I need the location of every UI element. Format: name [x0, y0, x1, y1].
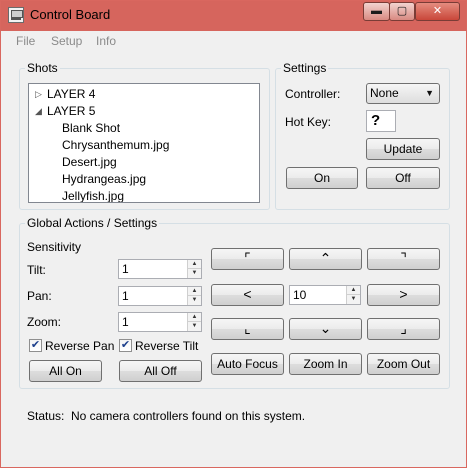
spin-down-icon[interactable]: ▼	[347, 295, 360, 304]
tree-item-layer-4[interactable]: LAYER 4	[47, 87, 95, 101]
chevron-down-icon: ▼	[425, 88, 434, 98]
move-speed-value: 10	[293, 288, 307, 302]
down-left-button[interactable]: ⌞	[211, 318, 284, 340]
settings-group-label: Settings	[281, 61, 329, 75]
window-title: Control Board	[30, 7, 111, 22]
off-button[interactable]: Off	[366, 167, 440, 189]
title-bar: Control Board ▬ ▢ ✕	[1, 1, 466, 31]
right-button[interactable]: >	[367, 284, 440, 306]
tree-item-layer-5[interactable]: LAYER 5	[47, 104, 95, 118]
all-on-button[interactable]: All On	[29, 360, 102, 382]
shots-tree[interactable]: ▷ LAYER 4 ◢ LAYER 5 Blank Shot Chrysanth…	[28, 83, 260, 203]
move-speed-spinner[interactable]: 10 ▲ ▼	[289, 285, 361, 305]
app-icon	[8, 7, 24, 23]
hotkey-input[interactable]: ?	[366, 110, 396, 132]
control-board-window: Control Board ▬ ▢ ✕ File Setup Info Shot…	[0, 0, 467, 468]
tilt-value: 1	[122, 262, 129, 276]
zoom-label: Zoom:	[27, 315, 62, 329]
controller-select-value: None	[370, 86, 399, 100]
spin-down-icon[interactable]: ▼	[188, 322, 201, 331]
sensitivity-label: Sensitivity	[27, 240, 82, 254]
pan-value: 1	[122, 289, 129, 303]
tilt-spin-buttons: ▲ ▼	[187, 260, 201, 278]
minimize-button[interactable]: ▬	[363, 2, 390, 21]
zoom-spin-buttons: ▲ ▼	[187, 313, 201, 331]
collapsed-arrow-icon[interactable]: ▷	[35, 89, 42, 100]
tree-item-desert[interactable]: Desert.jpg	[62, 155, 117, 169]
controller-label: Controller:	[285, 87, 341, 101]
speed-spin-buttons: ▲ ▼	[346, 286, 360, 304]
down-button[interactable]: ⌄	[289, 318, 362, 340]
auto-focus-button[interactable]: Auto Focus	[211, 353, 284, 375]
global-actions-group-label: Global Actions / Settings	[25, 216, 160, 230]
on-button[interactable]: On	[286, 167, 358, 189]
shots-group-label: Shots	[25, 61, 60, 75]
controller-select[interactable]: None ▼	[366, 83, 440, 104]
pan-spinner[interactable]: 1 ▲ ▼	[118, 286, 202, 306]
up-right-button[interactable]: ⌝	[367, 248, 440, 270]
expanded-arrow-icon[interactable]: ◢	[35, 106, 42, 117]
zoom-in-button[interactable]: Zoom In	[289, 353, 362, 375]
up-left-button[interactable]: ⌜	[211, 248, 284, 270]
reverse-tilt-label: Reverse Tilt	[135, 339, 199, 353]
maximize-button[interactable]: ▢	[389, 2, 415, 21]
hotkey-label: Hot Key:	[285, 115, 332, 129]
all-off-button[interactable]: All Off	[119, 360, 202, 382]
menu-setup[interactable]: Setup	[51, 34, 82, 48]
reverse-pan-checkbox[interactable]: ✔	[29, 339, 42, 352]
spin-up-icon[interactable]: ▲	[188, 287, 201, 296]
spin-up-icon[interactable]: ▲	[188, 260, 201, 269]
spin-down-icon[interactable]: ▼	[188, 269, 201, 278]
status-label: Status:	[27, 409, 65, 423]
tree-item-hydrangeas[interactable]: Hydrangeas.jpg	[62, 172, 146, 186]
spin-down-icon[interactable]: ▼	[188, 296, 201, 305]
zoom-value: 1	[122, 315, 129, 329]
menu-info[interactable]: Info	[96, 34, 116, 48]
pan-spin-buttons: ▲ ▼	[187, 287, 201, 305]
tilt-label: Tilt:	[27, 263, 46, 277]
menu-file[interactable]: File	[16, 34, 35, 48]
status-message: No camera controllers found on this syst…	[71, 409, 306, 423]
pan-label: Pan:	[27, 289, 52, 303]
tree-item-chrysanthemum[interactable]: Chrysanthemum.jpg	[62, 138, 169, 152]
close-button[interactable]: ✕	[415, 2, 460, 21]
zoom-out-button[interactable]: Zoom Out	[367, 353, 440, 375]
up-button[interactable]: ⌃	[289, 248, 362, 270]
tilt-spinner[interactable]: 1 ▲ ▼	[118, 259, 202, 279]
zoom-spinner[interactable]: 1 ▲ ▼	[118, 312, 202, 332]
reverse-pan-label: Reverse Pan	[45, 339, 115, 353]
spin-up-icon[interactable]: ▲	[347, 286, 360, 295]
spin-up-icon[interactable]: ▲	[188, 313, 201, 322]
tree-item-jellyfish[interactable]: Jellyfish.jpg	[62, 189, 124, 202]
left-button[interactable]: <	[211, 284, 284, 306]
reverse-tilt-checkbox[interactable]: ✔	[119, 339, 132, 352]
down-right-button[interactable]: ⌟	[367, 318, 440, 340]
tree-item-blank-shot[interactable]: Blank Shot	[62, 121, 120, 135]
menu-bar: File Setup Info	[1, 31, 466, 51]
update-button[interactable]: Update	[366, 138, 440, 160]
